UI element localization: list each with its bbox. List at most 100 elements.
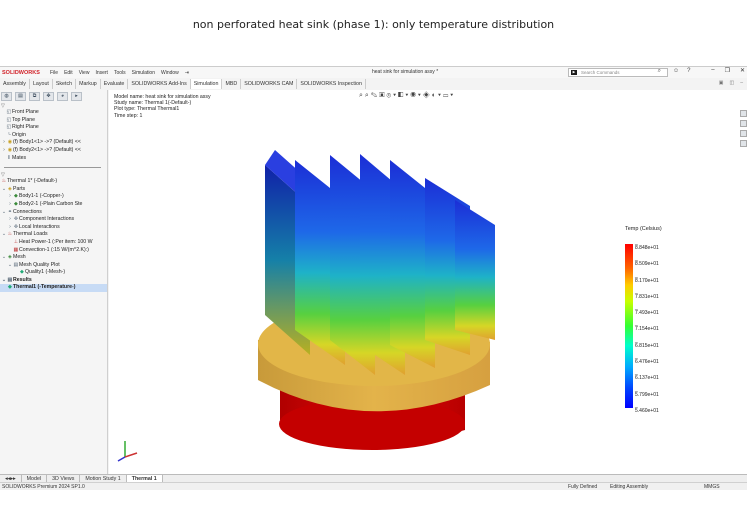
menu-view[interactable]: View — [79, 70, 90, 76]
legend-labels: 8.848e+01 8.509e+01 8.170e+01 7.831e+01 … — [635, 241, 662, 420]
user-icon[interactable]: ☺ — [673, 68, 679, 74]
tree-item-origin[interactable]: └Origin — [0, 132, 107, 140]
restore-icon[interactable]: ❐ — [725, 67, 730, 74]
menu-window[interactable]: Window — [161, 70, 179, 76]
config-manager-icon[interactable]: ⧉ — [29, 92, 40, 101]
dim-xpert-icon[interactable]: ✥ — [43, 92, 54, 101]
tab-layout[interactable]: Layout — [29, 79, 53, 89]
tab-mbd[interactable]: MBD — [222, 79, 242, 89]
more-tabs-icon[interactable]: ▸ — [71, 92, 82, 101]
tab-3d-views[interactable]: 3D Views — [47, 475, 81, 482]
library-icon[interactable] — [740, 120, 747, 127]
tab-simulation[interactable]: Simulation — [190, 79, 223, 89]
tree-item-front-plane[interactable]: ◱Front Plane — [0, 109, 107, 117]
tree-item-convection[interactable]: ▦Convection-1 (:15 W/(m^2.K):) — [0, 247, 107, 255]
close-icon[interactable]: ✕ — [740, 67, 745, 74]
status-bar: SOLIDWORKS Premium 2024 SP1.0 Fully Defi… — [0, 482, 747, 490]
tree-item-top-plane[interactable]: ◱Top Plane — [0, 117, 107, 125]
menu-edit[interactable]: Edit — [64, 70, 73, 76]
product-version: SOLIDWORKS Premium 2024 SP1.0 — [2, 484, 85, 490]
menu-simulation[interactable]: Simulation — [132, 70, 155, 76]
tab-thermal1[interactable]: Thermal 1 — [126, 475, 163, 482]
layout-icon[interactable]: ◫ — [729, 80, 734, 86]
tree-item-body1[interactable]: › ◉(f) Body1<1> ->? (Default) << — [0, 139, 107, 147]
menu-file[interactable]: File — [50, 70, 58, 76]
tab-sketch[interactable]: Sketch — [52, 79, 77, 89]
tree-item-parts[interactable]: ⌄ ◈Parts — [0, 186, 107, 194]
tree-item-heat-power[interactable]: ⊥Heat Power-1 (:Per item: 100 W — [0, 239, 107, 247]
tab-assembly[interactable]: Assembly — [0, 79, 30, 89]
title-bar: SOLIDWORKS File Edit View Insert Tools S… — [0, 67, 747, 78]
tab-cam[interactable]: SOLIDWORKS CAM — [241, 79, 298, 89]
tree-item-connections[interactable]: ⌄ ⚭Connections — [0, 209, 107, 217]
collapse-icon[interactable]: – — [740, 80, 743, 86]
tree-item-mates[interactable]: ⫴ Mates — [0, 155, 107, 163]
legend-value: 6.476e+01 — [635, 355, 662, 371]
appearance-icon[interactable]: ◕ — [57, 92, 68, 101]
task-pane-icons — [740, 110, 747, 147]
legend-value: 7.831e+01 — [635, 290, 662, 306]
legend-value: 8.509e+01 — [635, 257, 662, 273]
tree-item-body2[interactable]: › ◉(f) Body2<1> ->? (Default) << — [0, 147, 107, 155]
feature-tree: ◱Front Plane ◱Top Plane ◱Right Plane └Or… — [0, 109, 107, 162]
units-selector[interactable]: MMGS — [704, 483, 720, 491]
view-triad-icon[interactable] — [113, 435, 143, 465]
search-placeholder: Search Commands — [581, 70, 620, 75]
tree-item-body2-steel[interactable]: › ◆Body2-1 (-Plain Carbon Ste — [0, 201, 107, 209]
tile-icon[interactable]: ▣ — [719, 80, 724, 86]
tree-item-thermal1-temperature[interactable]: ◆Thermal1 (-Temperature-) — [0, 284, 107, 293]
menu-tools[interactable]: Tools — [114, 70, 126, 76]
search-commands-input[interactable]: ▶ Search Commands ⌕ — [568, 68, 668, 77]
panel-splitter[interactable] — [0, 162, 107, 172]
search-scope-icon[interactable]: ▶ — [571, 70, 577, 75]
tree-item-mesh[interactable]: ⌄ ◈Mesh — [0, 254, 107, 262]
command-manager-tabs: Assembly Layout Sketch Markup Evaluate S… — [0, 79, 366, 89]
tree-item-local-interactions[interactable]: › ✜Local Interactions — [0, 224, 107, 232]
study-thermal1[interactable]: ♨Thermal 1* (-Default-) — [0, 178, 107, 186]
figure-caption: non perforated heat sink (phase 1): only… — [192, 18, 555, 31]
title-icons: ☺ ? — [673, 68, 690, 74]
fin-7[interactable] — [455, 200, 495, 340]
pin-icon[interactable]: ⇥ — [185, 70, 189, 76]
explorer-icon[interactable] — [740, 130, 747, 137]
tab-motion-study[interactable]: Motion Study 1 — [80, 475, 127, 482]
heads-up-toolbar[interactable]: ⌕⌕✎▣⊚▾◧▾◉▾◈◐▾▭▾ — [359, 92, 455, 100]
solidworks-logo: SOLIDWORKS — [2, 69, 40, 76]
graphics-area[interactable]: Model name: heat sink for simulation ass… — [109, 90, 747, 474]
legend-value: 7.493e+01 — [635, 306, 662, 322]
tab-markup[interactable]: Markup — [76, 79, 101, 89]
tree-item-results[interactable]: ⌄▤Results — [0, 277, 107, 285]
tree-item-body1-copper[interactable]: › ◆Body1-1 (-Copper-) — [0, 193, 107, 201]
time-step-text: Time step: 1 — [114, 112, 143, 119]
tree-item-component-interactions[interactable]: › ✜Component Interactions — [0, 216, 107, 224]
search-icon[interactable]: ⌕ — [658, 68, 661, 75]
tree-item-mesh-quality-plot[interactable]: ⌄▤Mesh Quality Plot — [0, 262, 107, 270]
legend-value: 8.170e+01 — [635, 274, 662, 290]
tab-inspection[interactable]: SOLIDWORKS Inspection — [297, 79, 366, 89]
temperature-legend[interactable]: Temp (Celsius) 8.848e+01 8.509e+01 8.170… — [625, 226, 662, 414]
status-definition: Fully Defined — [568, 484, 598, 490]
minimize-icon[interactable]: – — [711, 67, 714, 74]
legend-value: 7.154e+01 — [635, 322, 662, 338]
legend-value: 8.848e+01 — [635, 241, 662, 257]
help-icon[interactable]: ? — [687, 68, 690, 74]
feature-tree-icon[interactable]: ◍ — [1, 92, 12, 101]
tree-item-quality1[interactable]: ◆Quality1 (-Mesh-) — [0, 269, 107, 277]
window-controls: – ❐ ✕ — [711, 67, 745, 74]
tab-model[interactable]: Model — [22, 475, 48, 482]
legend-value: 5.460e+01 — [635, 404, 662, 420]
tab-addins[interactable]: SOLIDWORKS Add-Ins — [128, 79, 191, 89]
tree-item-thermal-loads[interactable]: ⌄ ♨Thermal Loads — [0, 231, 107, 239]
heat-sink-model[interactable] — [250, 130, 550, 470]
resources-icon[interactable] — [740, 110, 747, 117]
palette-icon[interactable] — [740, 140, 747, 147]
menu-insert[interactable]: Insert — [95, 70, 108, 76]
tree-item-right-plane[interactable]: ◱Right Plane — [0, 124, 107, 132]
legend-color-bar — [625, 244, 633, 408]
document-title: heat sink for simulation assy * — [372, 69, 439, 75]
property-manager-icon[interactable]: ▤ — [15, 92, 26, 101]
tab-nav-arrows-icon[interactable]: ◂◂▸▸ — [0, 475, 22, 482]
status-mode: Editing Assembly — [610, 484, 649, 490]
legend-value: 6.815e+01 — [635, 339, 662, 355]
tab-evaluate[interactable]: Evaluate — [100, 79, 129, 89]
